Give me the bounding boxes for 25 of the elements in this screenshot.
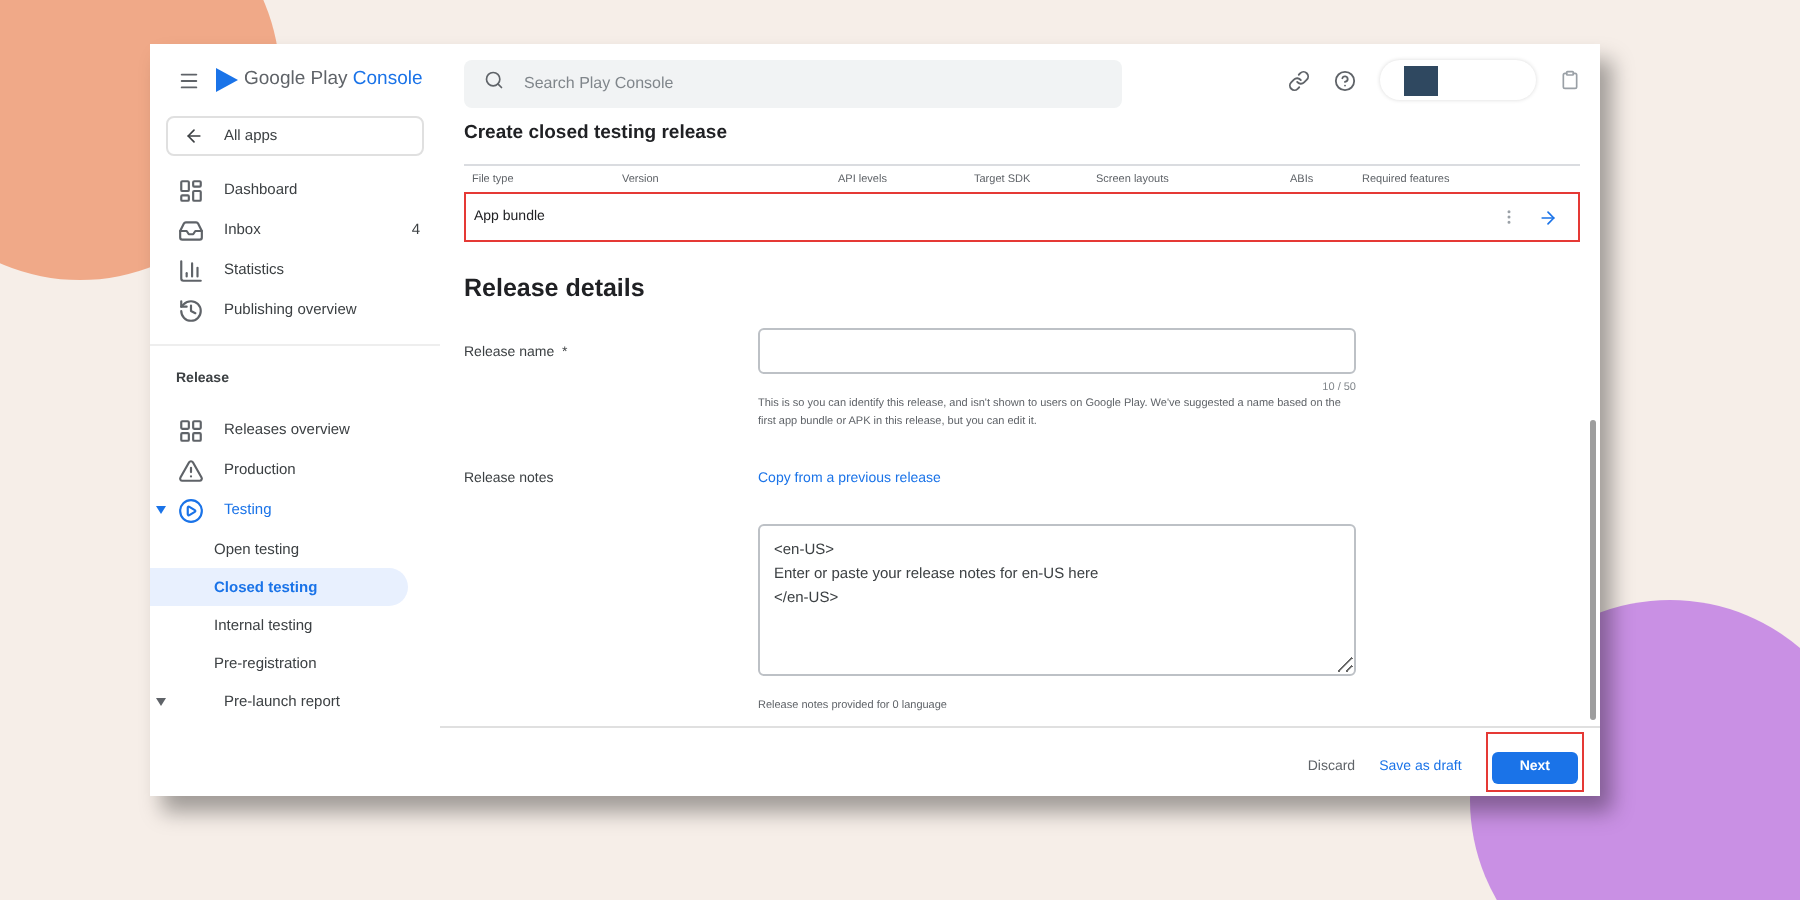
caret-icon [156, 698, 166, 706]
releases-icon [178, 417, 204, 443]
account-chip[interactable] [1380, 60, 1536, 100]
play-logo-icon [216, 68, 238, 92]
scrollbar[interactable] [1590, 420, 1596, 720]
back-arrow-icon [184, 126, 204, 146]
link-icon[interactable] [1288, 69, 1310, 91]
caret-icon [156, 506, 166, 514]
dashboard-icon [178, 177, 204, 203]
section-title: Release details [464, 272, 647, 307]
inbox-icon [178, 217, 204, 243]
statistics-icon [178, 257, 204, 283]
menu-icon[interactable] [178, 69, 200, 91]
redacted-block [1404, 65, 1438, 95]
publishing-icon [178, 297, 204, 323]
clipboard-icon[interactable] [1560, 70, 1580, 90]
production-icon [178, 457, 204, 483]
page-title: Create closed testing release [464, 120, 729, 148]
search-field[interactable]: Search Play Console [464, 59, 1122, 107]
app-logo-text: Google Play Console [244, 65, 423, 94]
search-icon [484, 70, 504, 90]
release-name-field[interactable] [758, 328, 1356, 374]
help-icon[interactable] [1334, 69, 1356, 91]
testing-icon [178, 497, 204, 523]
arrow-right-icon[interactable] [1538, 207, 1558, 228]
